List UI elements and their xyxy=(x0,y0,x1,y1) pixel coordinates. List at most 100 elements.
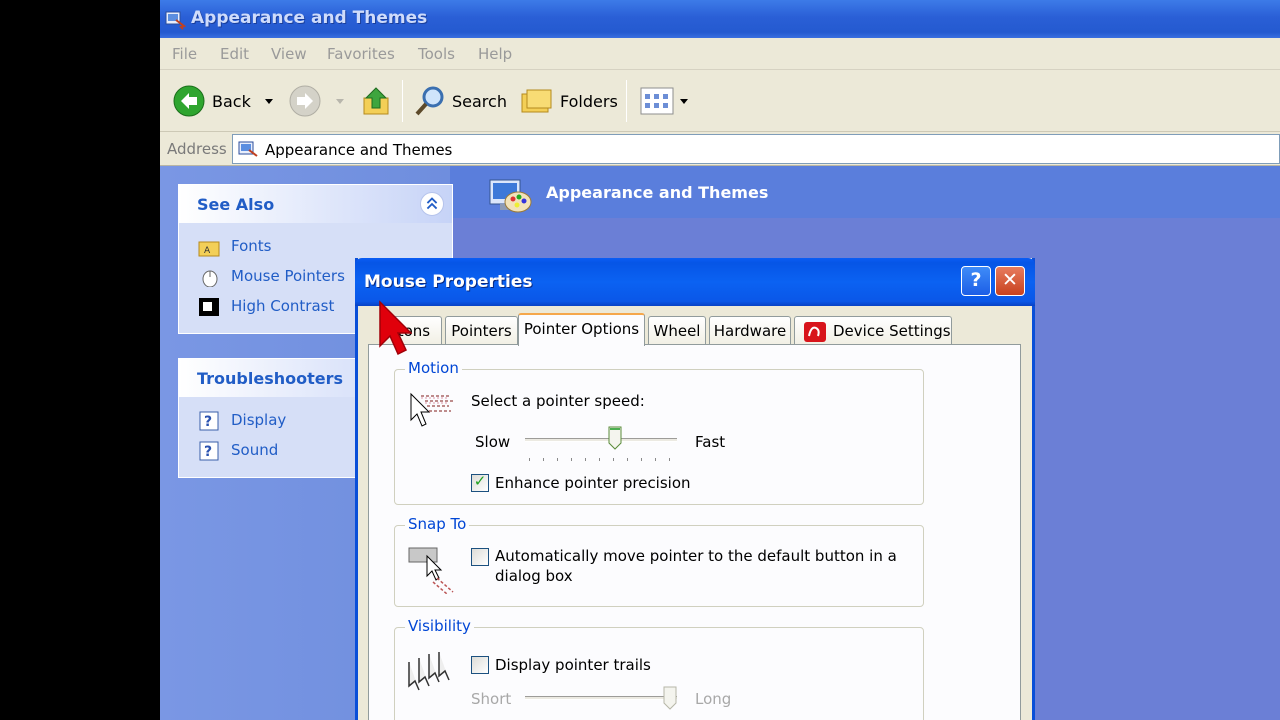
slider-tick xyxy=(627,458,628,461)
contrast-icon xyxy=(199,298,219,316)
slider-tick xyxy=(669,458,670,461)
toolbar-separator xyxy=(626,80,627,122)
menu-tools[interactable]: Tools xyxy=(418,45,455,63)
views-dropdown-icon[interactable] xyxy=(680,98,688,104)
menu-view[interactable]: View xyxy=(271,45,307,63)
enhance-precision-checkbox[interactable]: ✓ xyxy=(471,472,489,492)
see-also-header[interactable]: See Also xyxy=(179,185,452,223)
back-dropdown-icon[interactable] xyxy=(264,98,273,104)
mouse-icon xyxy=(202,270,218,287)
troubleshooters-title: Troubleshooters xyxy=(197,369,344,388)
address-value: Appearance and Themes xyxy=(265,141,453,159)
trail-slider-track[interactable] xyxy=(525,696,677,700)
troubleshooter-label: Sound xyxy=(231,441,279,459)
up-folder-icon xyxy=(363,87,389,115)
long-label: Long xyxy=(695,690,732,708)
snap-to-icon xyxy=(408,547,454,594)
tab-pointer-options[interactable]: Pointer Options xyxy=(518,313,645,346)
short-label: Short xyxy=(471,690,512,708)
content-heading: Appearance and Themes xyxy=(546,183,769,202)
views-icon xyxy=(640,87,674,115)
checkmark-icon: ✓ xyxy=(473,472,487,490)
help-icon: ? xyxy=(199,441,219,461)
close-button[interactable]: ✕ xyxy=(995,266,1025,296)
tab-device-settings[interactable]: Device Settings xyxy=(794,316,952,345)
menu-help[interactable]: Help xyxy=(478,45,512,63)
slider-tick xyxy=(557,458,558,461)
tab-hardware[interactable]: Hardware xyxy=(709,316,791,345)
forward-arrow-icon xyxy=(289,85,321,117)
address-label: Address xyxy=(167,140,227,158)
tab-device-settings-label: Device Settings xyxy=(833,322,951,340)
synaptics-icon xyxy=(804,322,826,342)
tab-strip: ttons Pointers Pointer Options Wheel Har… xyxy=(368,313,1028,346)
forward-dropdown-icon xyxy=(336,98,344,104)
content-header: Appearance and Themes xyxy=(450,166,1280,218)
visibility-legend: Visibility xyxy=(405,617,474,635)
motion-group: Motion Select a pointer speed: Slow Fast… xyxy=(394,359,924,505)
slider-tick xyxy=(655,458,656,461)
troubleshooter-label: Display xyxy=(231,411,287,429)
dialog-title-bar[interactable]: Mouse Properties ? ✕ xyxy=(355,258,1035,306)
slider-tick xyxy=(599,458,600,461)
search-button[interactable]: Search xyxy=(414,84,507,118)
mouse-properties-dialog: Mouse Properties ? ✕ ttons Pointers Poin… xyxy=(355,258,1035,720)
snap-to-group: Snap To Automatically move pointer to th… xyxy=(394,515,924,607)
trail-slider-thumb[interactable] xyxy=(663,686,677,710)
toolbar: Back Search Folders xyxy=(160,70,1280,132)
window-title: Appearance and Themes xyxy=(191,8,428,28)
fast-label: Fast xyxy=(695,433,726,451)
see-also-item-fonts[interactable]: A Fonts xyxy=(179,231,452,261)
address-field[interactable]: Appearance and Themes xyxy=(232,134,1280,164)
tab-pointers[interactable]: Pointers xyxy=(445,316,518,345)
see-also-label: Mouse Pointers xyxy=(231,267,345,285)
slider-tick xyxy=(529,458,530,461)
motion-legend: Motion xyxy=(405,359,462,377)
back-button[interactable]: Back xyxy=(172,84,273,118)
snap-to-label-line1: Automatically move pointer to the defaul… xyxy=(495,547,897,565)
snap-to-checkbox[interactable] xyxy=(471,548,489,566)
slow-label: Slow xyxy=(475,433,511,451)
title-bar[interactable]: Appearance and Themes xyxy=(160,0,1280,38)
svg-text:?: ? xyxy=(204,414,212,430)
menu-edit[interactable]: Edit xyxy=(220,45,249,63)
pointer-speed-icon xyxy=(410,392,453,427)
folders-icon xyxy=(521,89,552,113)
see-also-label: High Contrast xyxy=(231,297,335,315)
help-icon: ? xyxy=(199,411,219,431)
help-button[interactable]: ? xyxy=(961,266,991,296)
search-icon xyxy=(415,86,444,116)
speed-slider-track[interactable] xyxy=(525,438,677,442)
speed-slider-thumb[interactable] xyxy=(608,426,622,450)
dialog-title: Mouse Properties xyxy=(364,272,533,292)
views-button[interactable] xyxy=(640,84,688,118)
pointer-trails-icon xyxy=(408,652,450,691)
control-panel-icon xyxy=(238,141,258,157)
collapse-chevron-icon[interactable] xyxy=(420,192,444,216)
toolbar-separator xyxy=(402,80,403,122)
see-also-label: Fonts xyxy=(231,237,272,255)
forward-button[interactable] xyxy=(288,84,344,118)
snap-to-legend: Snap To xyxy=(405,515,470,533)
pointer-options-page: Motion Select a pointer speed: Slow Fast… xyxy=(368,344,1021,720)
enhance-precision-label: Enhance pointer precision xyxy=(495,474,691,492)
pointer-trails-checkbox[interactable] xyxy=(471,656,489,674)
help-icon: ? xyxy=(970,269,982,291)
folders-button[interactable]: Folders xyxy=(520,84,618,118)
up-folder-button[interactable] xyxy=(362,84,392,118)
svg-text:?: ? xyxy=(204,444,212,460)
visibility-group: Visibility Display pointer trails Short … xyxy=(394,617,924,720)
control-panel-icon[interactable] xyxy=(164,8,186,30)
back-arrow-icon xyxy=(173,85,205,117)
close-icon: ✕ xyxy=(1002,269,1018,291)
slider-tick xyxy=(571,458,572,461)
folder-icon: A xyxy=(198,241,220,257)
appearance-themes-icon xyxy=(489,179,532,213)
snap-to-label-line2: dialog box xyxy=(495,567,573,585)
tab-wheel[interactable]: Wheel xyxy=(648,316,706,345)
menu-favorites[interactable]: Favorites xyxy=(327,45,395,63)
slider-tick xyxy=(641,458,642,461)
see-also-title: See Also xyxy=(197,195,275,214)
svg-text:A: A xyxy=(204,246,211,256)
menu-file[interactable]: File xyxy=(172,45,197,63)
